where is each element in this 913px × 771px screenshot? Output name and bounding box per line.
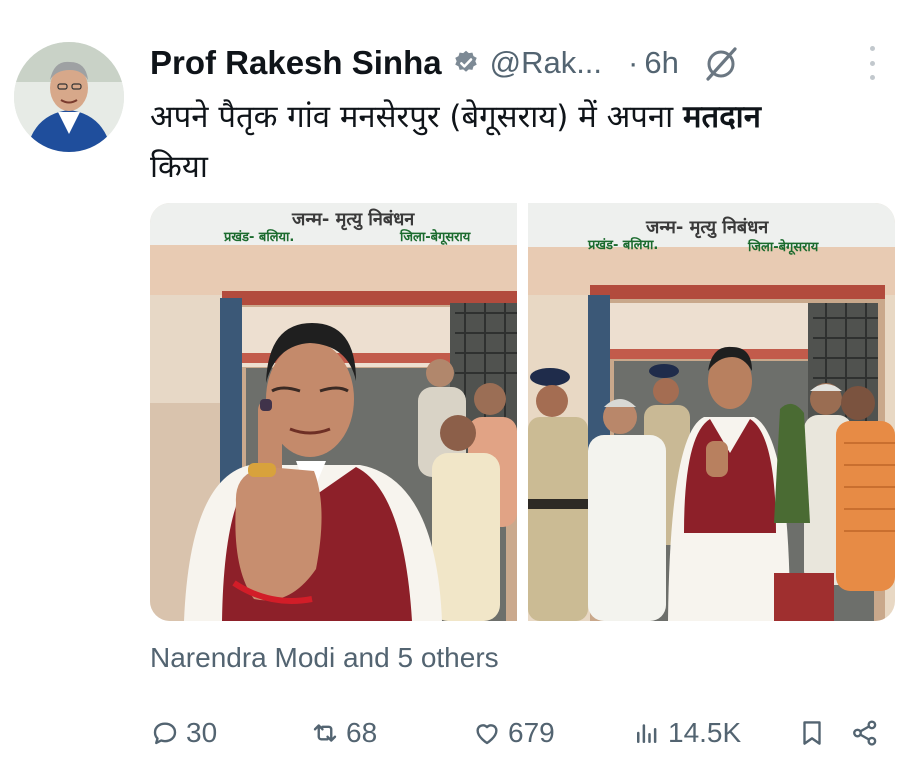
repost-button[interactable]: 68 (310, 708, 377, 758)
photo-1[interactable]: जन्म- मृत्यु निबंधन प्रखंड- बलिया. जिला-… (150, 203, 517, 621)
reply-icon (150, 718, 180, 748)
grok-icon[interactable] (701, 43, 741, 83)
avatar[interactable] (14, 42, 124, 152)
views-icon (632, 718, 662, 748)
sign-left: प्रखंड- बलिया. (588, 238, 659, 253)
media-grid: जन्म- मृत्यु निबंधन प्रखंड- बलिया. जिला-… (150, 203, 895, 621)
avatar-photo (14, 42, 124, 152)
author-handle[interactable]: @Rak... (490, 45, 602, 81)
more-icon[interactable] (864, 46, 880, 80)
views-button[interactable]: 14.5K (632, 708, 741, 758)
bookmark-button[interactable] (797, 708, 827, 758)
sign-left: प्रखंड- बलिया. (224, 230, 295, 245)
verified-badge-icon[interactable] (452, 49, 480, 77)
tweet-text: अपने पैतृक गांव मनसेरपुर (बेगूसराय) में … (150, 92, 870, 192)
header-separator: · (628, 45, 639, 80)
tweet-text-line2: किया (150, 149, 208, 185)
tagged-people[interactable]: Narendra Modi and 5 others (150, 642, 499, 674)
share-icon (850, 718, 880, 748)
tweet-time[interactable]: 6h (644, 45, 678, 81)
sign-right: जिला-बेगूसराय (400, 230, 471, 245)
share-button[interactable] (850, 708, 880, 758)
tweet-text-bold: मतदान (683, 99, 761, 135)
author-name[interactable]: Prof Rakesh Sinha (150, 44, 442, 82)
repost-count: 68 (346, 717, 378, 748)
photo-2[interactable]: जन्म- मृत्यु निबंधन प्रखंड- बलिया. जिला-… (528, 203, 895, 621)
reply-button[interactable]: 30 (150, 708, 217, 758)
like-button[interactable]: 679 (472, 708, 555, 758)
heart-icon (472, 718, 502, 748)
sign-right: जिला-बेगूसराय (748, 240, 819, 255)
tweet-header: Prof Rakesh Sinha @Rak... · 6h (150, 40, 741, 86)
bookmark-icon (797, 718, 827, 748)
sign-title: जन्म- मृत्यु निबंधन (646, 217, 769, 238)
action-bar: 30 68 679 14.5K (0, 708, 913, 758)
views-count: 14.5K (668, 717, 742, 748)
tweet-text-line1: अपने पैतृक गांव मनसेरपुर (बेगूसराय) में … (150, 99, 683, 135)
like-count: 679 (508, 717, 555, 748)
sign-title: जन्म- मृत्यु निबंधन (292, 209, 415, 230)
reply-count: 30 (186, 717, 218, 748)
repost-icon (310, 718, 340, 748)
